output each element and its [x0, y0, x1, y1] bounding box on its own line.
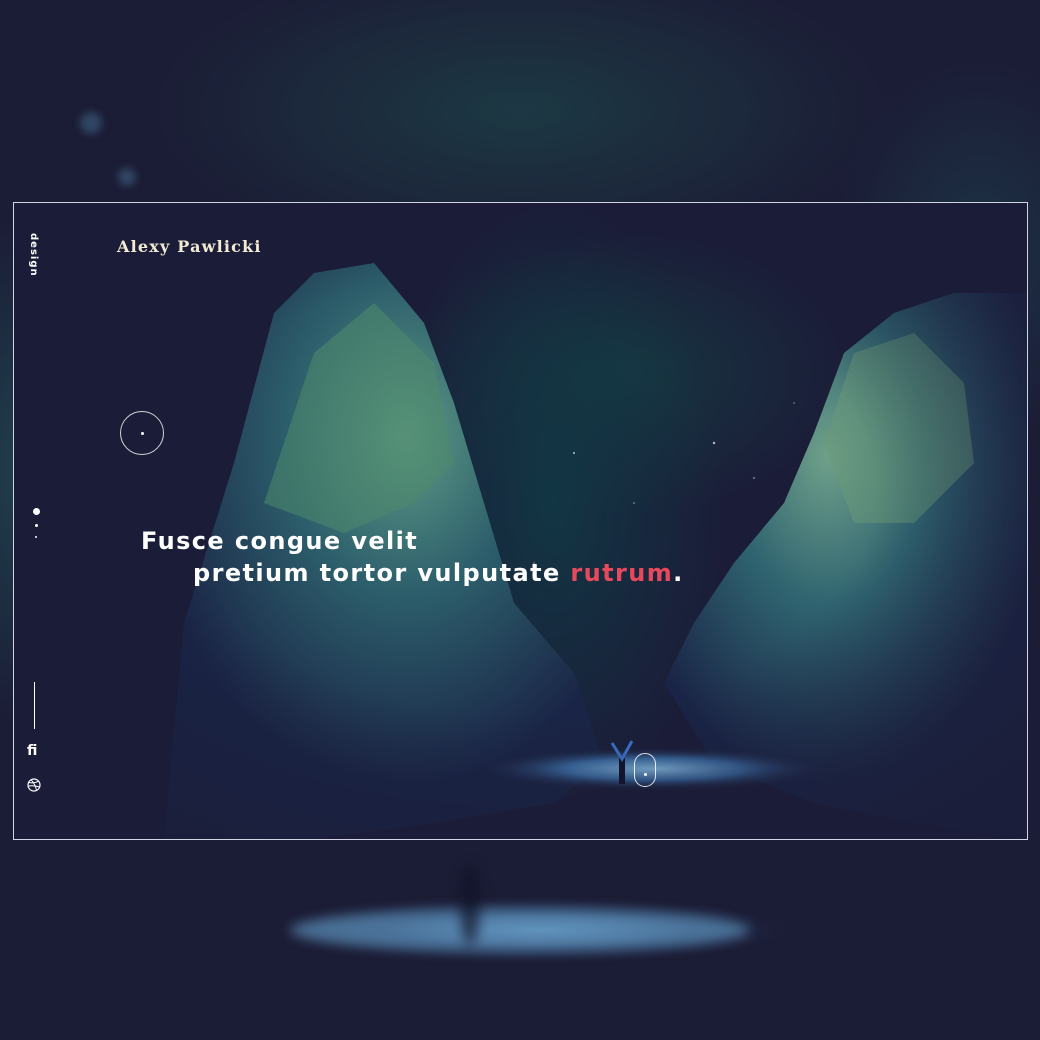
menu-button[interactable] [120, 411, 164, 455]
dot-icon [141, 432, 144, 435]
hero-line-1: Fusce congue velit [141, 527, 419, 555]
night-canyon-illustration [14, 203, 1027, 839]
scroll-down-indicator[interactable] [634, 753, 656, 787]
page-pagination [31, 508, 41, 547]
dribbble-icon[interactable] [27, 778, 41, 792]
design-label: design [28, 233, 39, 277]
page-background: design Alexy Pawlicki Fusce congue velit… [0, 0, 1040, 1040]
hero-line-2: pretium tortor vulputate rutrum. [141, 557, 684, 589]
pagination-dot[interactable] [35, 536, 37, 538]
pagination-dot[interactable] [34, 524, 38, 527]
sidebar-divider [34, 682, 35, 729]
fi-icon[interactable]: fi [27, 743, 37, 759]
hero-headline: Fusce congue velit pretium tortor vulput… [141, 525, 684, 589]
hero-line-2-text: pretium tortor vulputate [193, 559, 571, 587]
hero-frame: design Alexy Pawlicki Fusce congue velit… [13, 202, 1028, 840]
scroll-dot-icon [644, 773, 647, 776]
hero-period: . [673, 559, 684, 587]
hero-accent-word: rutrum [570, 559, 674, 587]
pagination-dot-active[interactable] [32, 508, 40, 515]
brand-name[interactable]: Alexy Pawlicki [117, 237, 262, 256]
